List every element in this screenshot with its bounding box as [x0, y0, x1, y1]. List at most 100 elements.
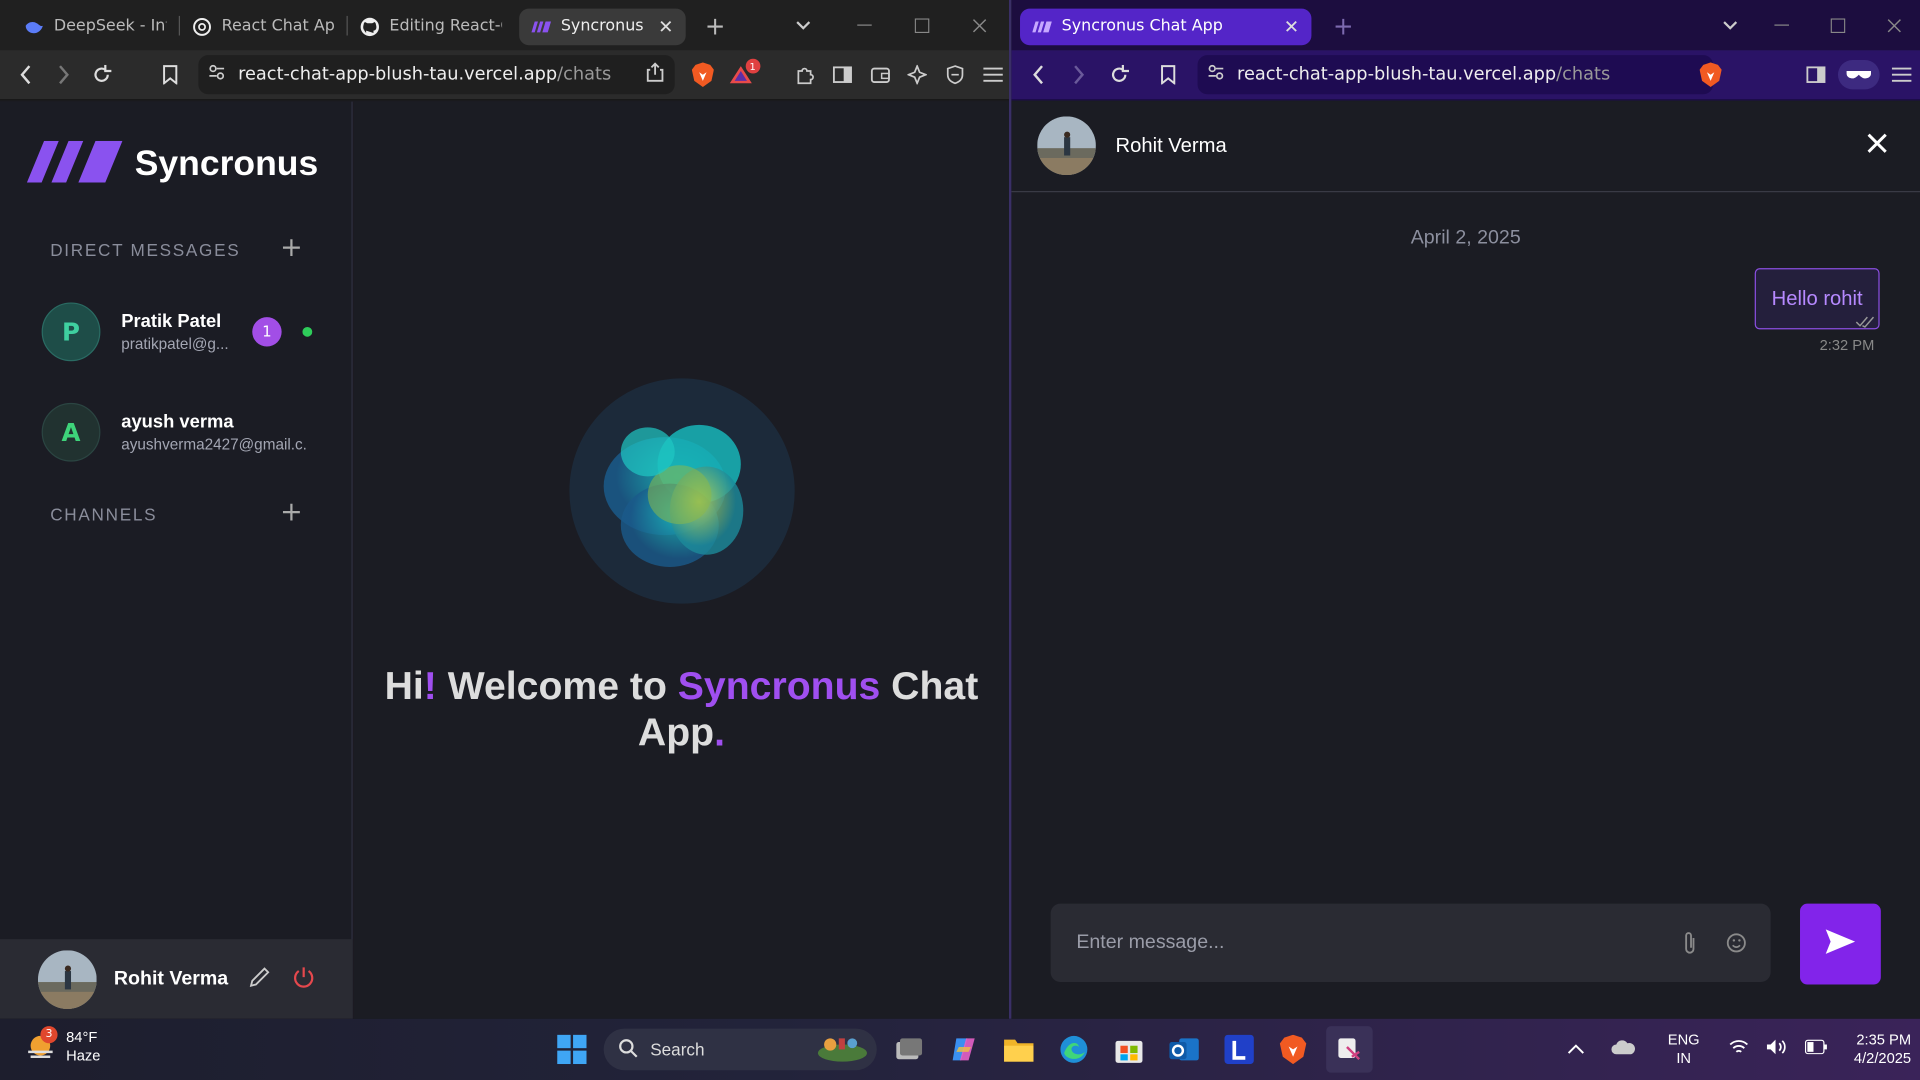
right-browser-window: Syncronus Chat App ✕ + react-chat-app-bl… — [1011, 0, 1920, 1019]
chat-app-page: Syncronus DIRECT MESSAGES + P Pratik Pat… — [0, 101, 1009, 1019]
forward-icon[interactable] — [1061, 56, 1097, 93]
contact-ayush-verma[interactable]: A ayush verma ayushverma2427@gmail.c... — [41, 402, 336, 463]
menu-icon[interactable] — [976, 56, 1009, 93]
minimize-icon[interactable] — [852, 23, 876, 26]
site-settings-icon[interactable] — [209, 64, 226, 86]
extensions-icon[interactable] — [789, 56, 822, 93]
app-l-icon[interactable] — [1220, 1030, 1259, 1069]
battery-icon[interactable] — [1804, 1038, 1827, 1060]
user-avatar[interactable] — [37, 949, 97, 1009]
welcome-heading: Hi! Welcome to Syncronus Chat App. — [354, 662, 1009, 755]
tab-syncronus[interactable]: Syncronus Chat App ✕ — [1020, 7, 1312, 45]
onedrive-icon[interactable] — [1611, 1038, 1636, 1061]
close-tab-icon[interactable]: ✕ — [1284, 15, 1299, 37]
clock-date: 4/2/2025 — [1853, 1049, 1912, 1067]
new-tab-icon[interactable]: + — [703, 10, 727, 39]
sidebar-toggle-icon[interactable] — [1798, 56, 1834, 93]
url-host: react-chat-app-blush-tau.vercel.app — [1237, 64, 1557, 85]
logout-power-icon[interactable] — [292, 964, 316, 993]
send-button[interactable] — [1800, 903, 1881, 985]
contact-info: Pratik Patel pratikpatel@g... — [121, 311, 256, 353]
reload-icon[interactable] — [85, 56, 118, 93]
forward-icon[interactable] — [47, 56, 80, 93]
url-path: /chats — [557, 64, 612, 85]
language-indicator[interactable]: ENG IN — [1668, 1031, 1700, 1068]
tab-bar: Syncronus Chat App ✕ + — [1011, 0, 1920, 51]
tab-syncronus[interactable]: Syncronus C ✕ — [519, 7, 686, 45]
contact-avatar — [1037, 116, 1096, 176]
microsoft-store-icon[interactable] — [1109, 1030, 1148, 1069]
clock[interactable]: 2:35 PM 4/2/2025 — [1854, 1031, 1911, 1068]
taskbar-search[interactable]: Search — [603, 1028, 877, 1071]
wifi-icon[interactable] — [1729, 1038, 1749, 1061]
brave-browser-icon[interactable] — [1273, 1030, 1312, 1069]
window-close-icon[interactable] — [1882, 18, 1906, 33]
snipping-tool-icon[interactable] — [1326, 1026, 1373, 1073]
site-settings-icon[interactable] — [1208, 64, 1225, 86]
search-highlight-icon — [816, 1033, 870, 1066]
read-receipt-icon — [1855, 311, 1875, 328]
brand-logo: Syncronus — [26, 140, 318, 188]
back-icon[interactable] — [10, 56, 43, 93]
reload-icon[interactable] — [1102, 56, 1138, 93]
file-explorer-icon[interactable] — [999, 1030, 1038, 1069]
menu-icon[interactable] — [1884, 56, 1920, 93]
volume-icon[interactable] — [1766, 1038, 1788, 1061]
maximize-icon[interactable] — [910, 17, 934, 33]
direct-messages-heading: DIRECT MESSAGES — [50, 240, 241, 260]
deepseek-icon — [24, 17, 44, 37]
weather-widget[interactable]: 3 84°F Haze — [24, 1026, 100, 1066]
bookmark-icon[interactable] — [154, 56, 187, 93]
close-tab-icon[interactable]: ✕ — [658, 15, 673, 37]
sent-message-bubble[interactable]: Hello rohit — [1754, 268, 1880, 330]
welcome-brand: Syncronus — [677, 663, 881, 708]
attachment-icon[interactable] — [1679, 931, 1701, 955]
emoji-icon[interactable] — [1724, 931, 1748, 955]
sidebar-toggle-icon[interactable] — [826, 56, 859, 93]
message-composer — [1050, 903, 1771, 983]
copilot-icon[interactable] — [944, 1030, 983, 1069]
add-direct-message-icon[interactable]: + — [279, 234, 303, 261]
chevron-down-icon[interactable] — [791, 20, 815, 30]
leo-ai-icon[interactable] — [901, 56, 934, 93]
maximize-icon[interactable] — [1826, 17, 1850, 33]
contact-email: ayushverma2427@gmail.c... — [121, 435, 308, 454]
close-chat-icon[interactable] — [1862, 129, 1891, 158]
address-bar[interactable]: react-chat-app-blush-tau.vercel.app/chat… — [1197, 55, 1713, 95]
edge-browser-icon[interactable] — [1054, 1030, 1093, 1069]
edit-profile-icon[interactable] — [248, 964, 272, 993]
private-window-icon[interactable] — [1838, 60, 1880, 90]
contact-pratik-patel[interactable]: P Pratik Patel pratikpatel@g... 1 — [41, 301, 336, 362]
chevron-down-icon[interactable] — [1718, 20, 1742, 30]
tab-react-chat-app[interactable]: React Chat App | — [180, 8, 347, 45]
start-windows-icon[interactable] — [552, 1030, 591, 1069]
show-hidden-icons-chevron-up-icon[interactable] — [1567, 1038, 1584, 1060]
tab-github-editing[interactable]: Editing React-Ch — [348, 8, 515, 45]
message-text: Hello rohit — [1771, 287, 1863, 310]
address-bar[interactable]: react-chat-app-blush-tau.vercel.app/chat… — [198, 55, 675, 95]
share-icon[interactable] — [645, 62, 665, 86]
back-icon[interactable] — [1020, 56, 1056, 93]
brave-shield-icon[interactable] — [687, 56, 720, 93]
browser-toolbar: react-chat-app-blush-tau.vercel.app/chat… — [0, 50, 1009, 101]
outlook-icon[interactable] — [1164, 1030, 1203, 1069]
url-host: react-chat-app-blush-tau.vercel.app — [238, 64, 558, 85]
wallet-icon[interactable] — [864, 56, 897, 93]
chat-conversation-page: Rohit Verma April 2, 2025 Hello rohit 2:… — [1011, 101, 1920, 1019]
syncronus-icon — [531, 17, 552, 37]
minimize-icon[interactable] — [1769, 23, 1793, 26]
unread-badge: 1 — [252, 317, 282, 347]
window-close-icon[interactable] — [967, 18, 991, 33]
new-tab-icon[interactable]: + — [1331, 10, 1355, 39]
brave-shield-icon[interactable] — [1693, 56, 1729, 93]
message-input[interactable] — [1076, 931, 1652, 954]
url-path: /chats — [1556, 64, 1611, 85]
add-channel-icon[interactable]: + — [279, 499, 303, 526]
contacts-sidebar: Syncronus DIRECT MESSAGES + P Pratik Pat… — [0, 101, 353, 1019]
language-bottom: IN — [1676, 1049, 1692, 1067]
vpn-icon[interactable] — [939, 56, 972, 93]
task-view-icon[interactable] — [889, 1030, 928, 1069]
brave-rewards-icon[interactable]: 1 — [724, 56, 760, 93]
bookmark-icon[interactable] — [1150, 56, 1186, 93]
tab-deepseek[interactable]: DeepSeek - Into t — [12, 8, 179, 45]
